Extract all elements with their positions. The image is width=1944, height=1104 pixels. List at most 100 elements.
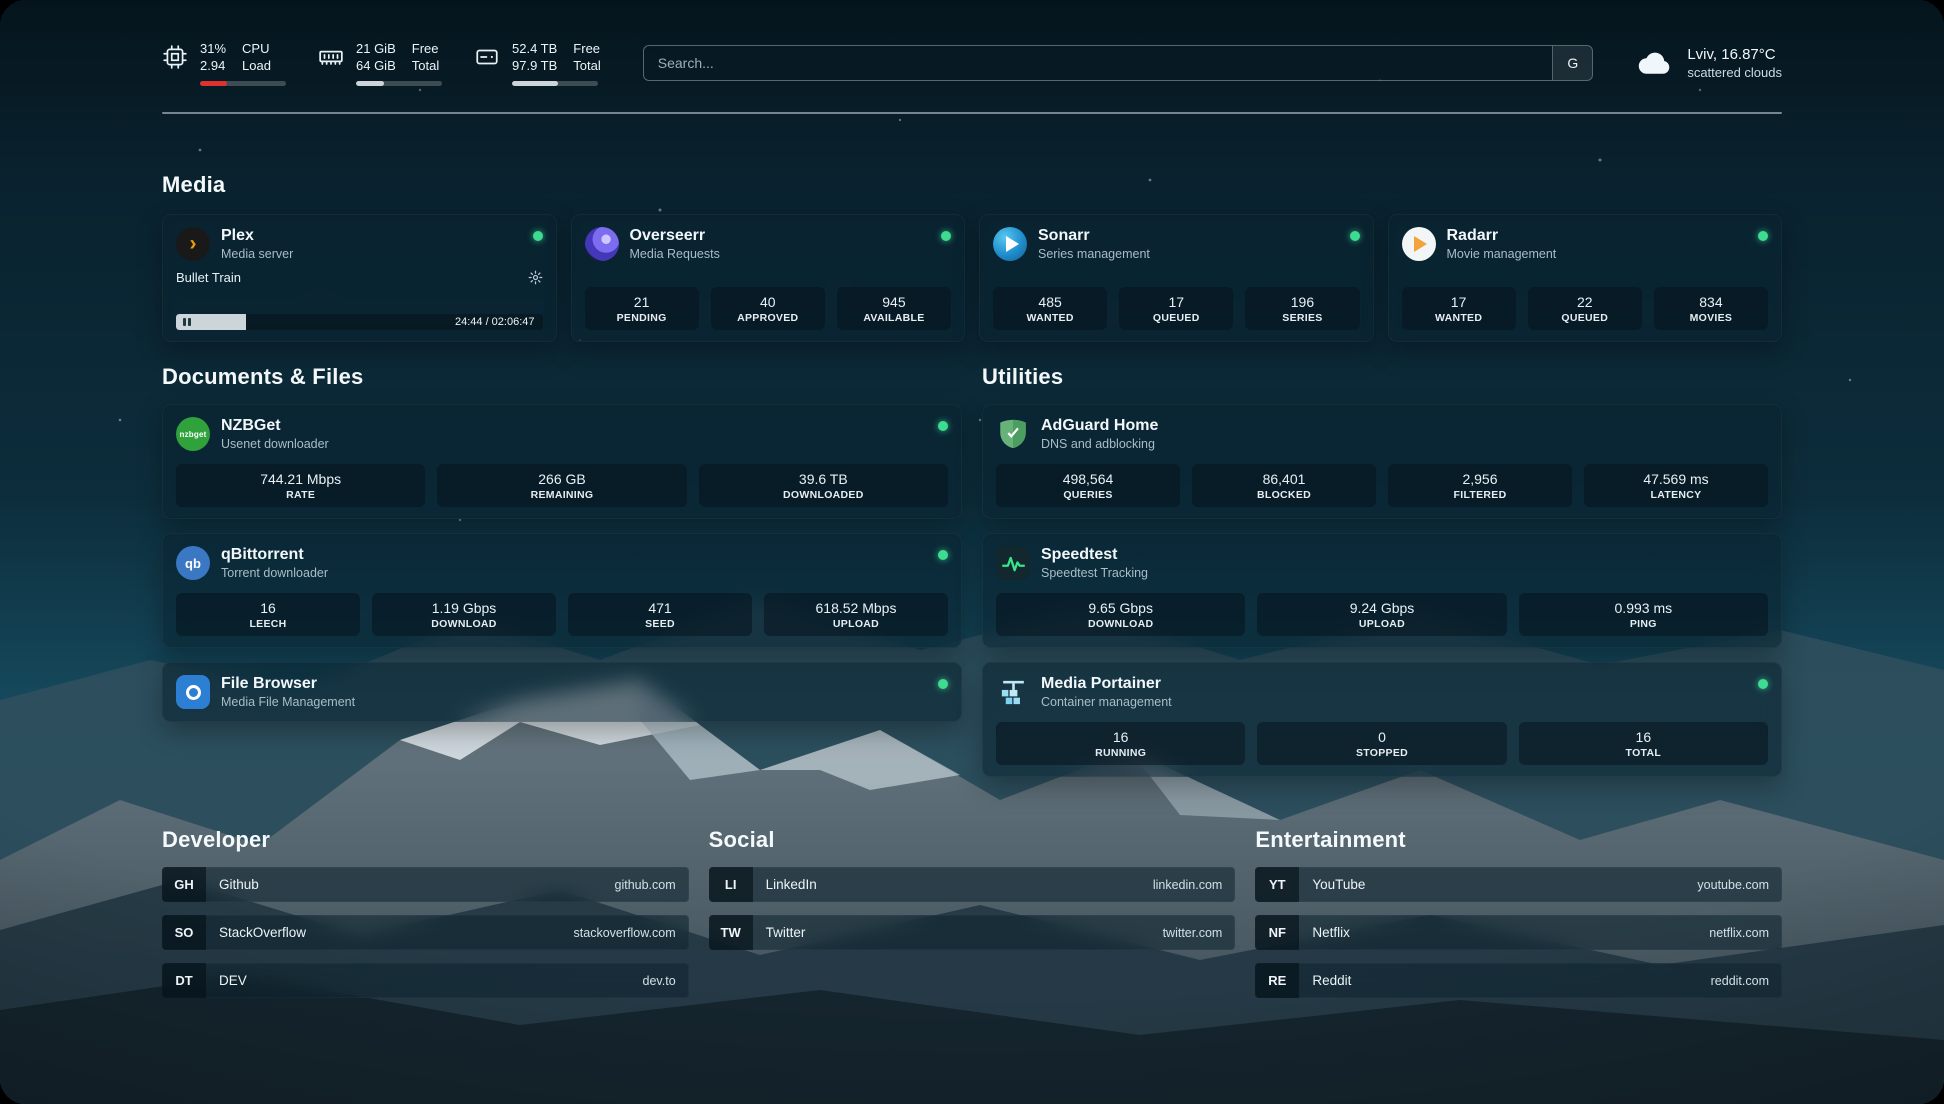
bookmark-group-title: Social — [709, 827, 1236, 853]
stat-value: 9.24 Gbps — [1261, 599, 1502, 617]
bookmark-url: reddit.com — [1711, 974, 1782, 988]
stat-tile: 266 GBREMAINING — [437, 464, 686, 507]
nzbget-card[interactable]: nzbgetNZBGetUsenet downloader744.21 Mbps… — [162, 404, 962, 519]
stat-value: 498,564 — [1000, 470, 1176, 488]
bookmark-abbr: YT — [1255, 867, 1299, 902]
utilities-app-stack: AdGuard HomeDNS and adblocking498,564QUE… — [982, 404, 1782, 777]
ram-total: 64 GiB — [356, 58, 396, 74]
nzbget-icon: nzbget — [176, 417, 210, 451]
weather-widget: Lviv, 16.87°C scattered clouds — [1635, 45, 1782, 81]
filebrowser-card[interactable]: File BrowserMedia File Management — [162, 662, 962, 722]
app-name: Radarr — [1447, 226, 1557, 246]
stat-tile: 9.65 GbpsDOWNLOAD — [996, 593, 1245, 636]
app-name: Overseerr — [630, 226, 720, 246]
bookmark-reddit[interactable]: RERedditreddit.com — [1255, 963, 1782, 998]
settings-gear-icon[interactable] — [528, 270, 543, 285]
status-online-dot — [1758, 231, 1768, 241]
status-online-dot — [941, 231, 951, 241]
app-subtitle: Movie management — [1447, 246, 1557, 262]
stat-value: 196 — [1249, 293, 1355, 311]
qbittorrent-card[interactable]: qbqBittorrentTorrent downloader16LEECH1.… — [162, 533, 962, 648]
bookmark-name: YouTube — [1299, 877, 1365, 892]
overseerr-icon — [585, 227, 619, 261]
ram-free-label: Free — [412, 41, 439, 57]
app-name: Speedtest — [1041, 545, 1148, 565]
stat-value: 266 GB — [441, 470, 682, 488]
weather-condition: scattered clouds — [1687, 64, 1782, 81]
bookmark-stackoverflow[interactable]: SOStackOverflowstackoverflow.com — [162, 915, 689, 950]
bookmark-name: StackOverflow — [206, 925, 306, 940]
search-bar[interactable]: G — [643, 45, 1594, 81]
documents-column: Documents & Files nzbgetNZBGetUsenet dow… — [162, 364, 962, 722]
portainer-card[interactable]: Media PortainerContainer management16RUN… — [982, 662, 1782, 777]
stat-label: WANTED — [997, 311, 1103, 325]
overseerr-card[interactable]: OverseerrMedia Requests21PENDING40APPROV… — [571, 214, 966, 342]
stat-label: QUERIES — [1000, 488, 1176, 502]
bookmark-dev[interactable]: DTDEVdev.to — [162, 963, 689, 998]
bookmark-linkedin[interactable]: LILinkedInlinkedin.com — [709, 867, 1236, 902]
cpu-widget: 31% CPU 2.94 Load — [162, 41, 286, 86]
stat-label: DOWNLOAD — [1000, 617, 1241, 631]
dashboard-window: 31% CPU 2.94 Load — [0, 0, 1944, 1104]
status-online-dot — [1350, 231, 1360, 241]
bookmark-abbr: NF — [1255, 915, 1299, 950]
bookmark-netflix[interactable]: NFNetflix netflix.com — [1255, 915, 1782, 950]
stat-value: 471 — [572, 599, 748, 617]
documents-app-stack: nzbgetNZBGetUsenet downloader744.21 Mbps… — [162, 404, 962, 722]
stat-tile: 1.19 GbpsDOWNLOAD — [372, 593, 556, 636]
status-online-dot — [938, 550, 948, 560]
bookmark-group-title: Developer — [162, 827, 689, 853]
stat-label: RUNNING — [1000, 746, 1241, 760]
bookmark-github[interactable]: GHGithubgithub.com — [162, 867, 689, 902]
bookmark-url: dev.to — [643, 974, 689, 988]
stat-tile: 21PENDING — [585, 287, 699, 330]
app-subtitle: Media server — [221, 246, 293, 262]
bookmark-url: twitter.com — [1163, 926, 1236, 940]
portainer-icon — [996, 675, 1030, 709]
sonarr-card[interactable]: SonarrSeries management485WANTED17QUEUED… — [979, 214, 1374, 342]
stats-row: 744.21 MbpsRATE266 GBREMAINING39.6 TBDOW… — [176, 464, 948, 507]
cpu-percent: 31% — [200, 41, 226, 57]
search-engine-button[interactable]: G — [1552, 46, 1592, 80]
app-name: qBittorrent — [221, 545, 328, 565]
stat-value: 485 — [997, 293, 1103, 311]
disk-icon — [474, 44, 500, 70]
bookmark-group-entertainment: Entertainment YTYouTubeyoutube.comNFNetf… — [1255, 827, 1782, 998]
bookmark-list-social: LILinkedInlinkedin.com TWTwittertwitter.c… — [709, 867, 1236, 950]
speedtest-card[interactable]: SpeedtestSpeedtest Tracking9.65 GbpsDOWN… — [982, 533, 1782, 648]
status-online-dot — [938, 679, 948, 689]
disk-total: 97.9 TB — [512, 58, 557, 74]
stat-value: 40 — [715, 293, 821, 311]
playback-progress-bar: 24:44 / 02:06:47 — [176, 314, 543, 330]
stat-value: 86,401 — [1196, 470, 1372, 488]
bookmark-group-developer: Developer GHGithubgithub.com SOStackOverf… — [162, 827, 689, 998]
radarr-card[interactable]: RadarrMovie management17WANTED22QUEUED83… — [1388, 214, 1783, 342]
adguard-card[interactable]: AdGuard HomeDNS and adblocking498,564QUE… — [982, 404, 1782, 519]
stat-label: DOWNLOADED — [703, 488, 944, 502]
stat-value: 945 — [841, 293, 947, 311]
bookmark-group-social: Social LILinkedInlinkedin.com TWTwittertw… — [709, 827, 1236, 998]
plex-icon: › — [176, 227, 210, 261]
stats-row: 16LEECH1.19 GbpsDOWNLOAD471SEED618.52 Mb… — [176, 593, 948, 636]
stat-value: 16 — [180, 599, 356, 617]
stat-tile: 945AVAILABLE — [837, 287, 951, 330]
ram-usage-bar — [356, 81, 442, 86]
weather-location: Lviv, 16.87°C — [1687, 45, 1782, 64]
plex-card[interactable]: ›PlexMedia serverBullet Train24:44 / 02:… — [162, 214, 557, 342]
utilities-column: Utilities AdGuard HomeDNS and adblocking… — [982, 364, 1782, 777]
stat-value: 744.21 Mbps — [180, 470, 421, 488]
bookmark-twitter[interactable]: TWTwittertwitter.com — [709, 915, 1236, 950]
stat-label: SERIES — [1249, 311, 1355, 325]
stat-tile: 834MOVIES — [1654, 287, 1768, 330]
bookmark-url: netflix.com — [1709, 926, 1782, 940]
stat-label: PENDING — [589, 311, 695, 325]
stat-tile: 744.21 MbpsRATE — [176, 464, 425, 507]
cpu-label: CPU — [242, 41, 271, 57]
stat-tile: 196SERIES — [1245, 287, 1359, 330]
stat-value: 2,956 — [1392, 470, 1568, 488]
bookmark-name: Reddit — [1299, 973, 1351, 988]
bookmark-youtube[interactable]: YTYouTubeyoutube.com — [1255, 867, 1782, 902]
bookmark-name: Netflix — [1299, 925, 1350, 940]
app-subtitle: Media File Management — [221, 694, 355, 710]
search-input[interactable] — [644, 55, 1553, 71]
